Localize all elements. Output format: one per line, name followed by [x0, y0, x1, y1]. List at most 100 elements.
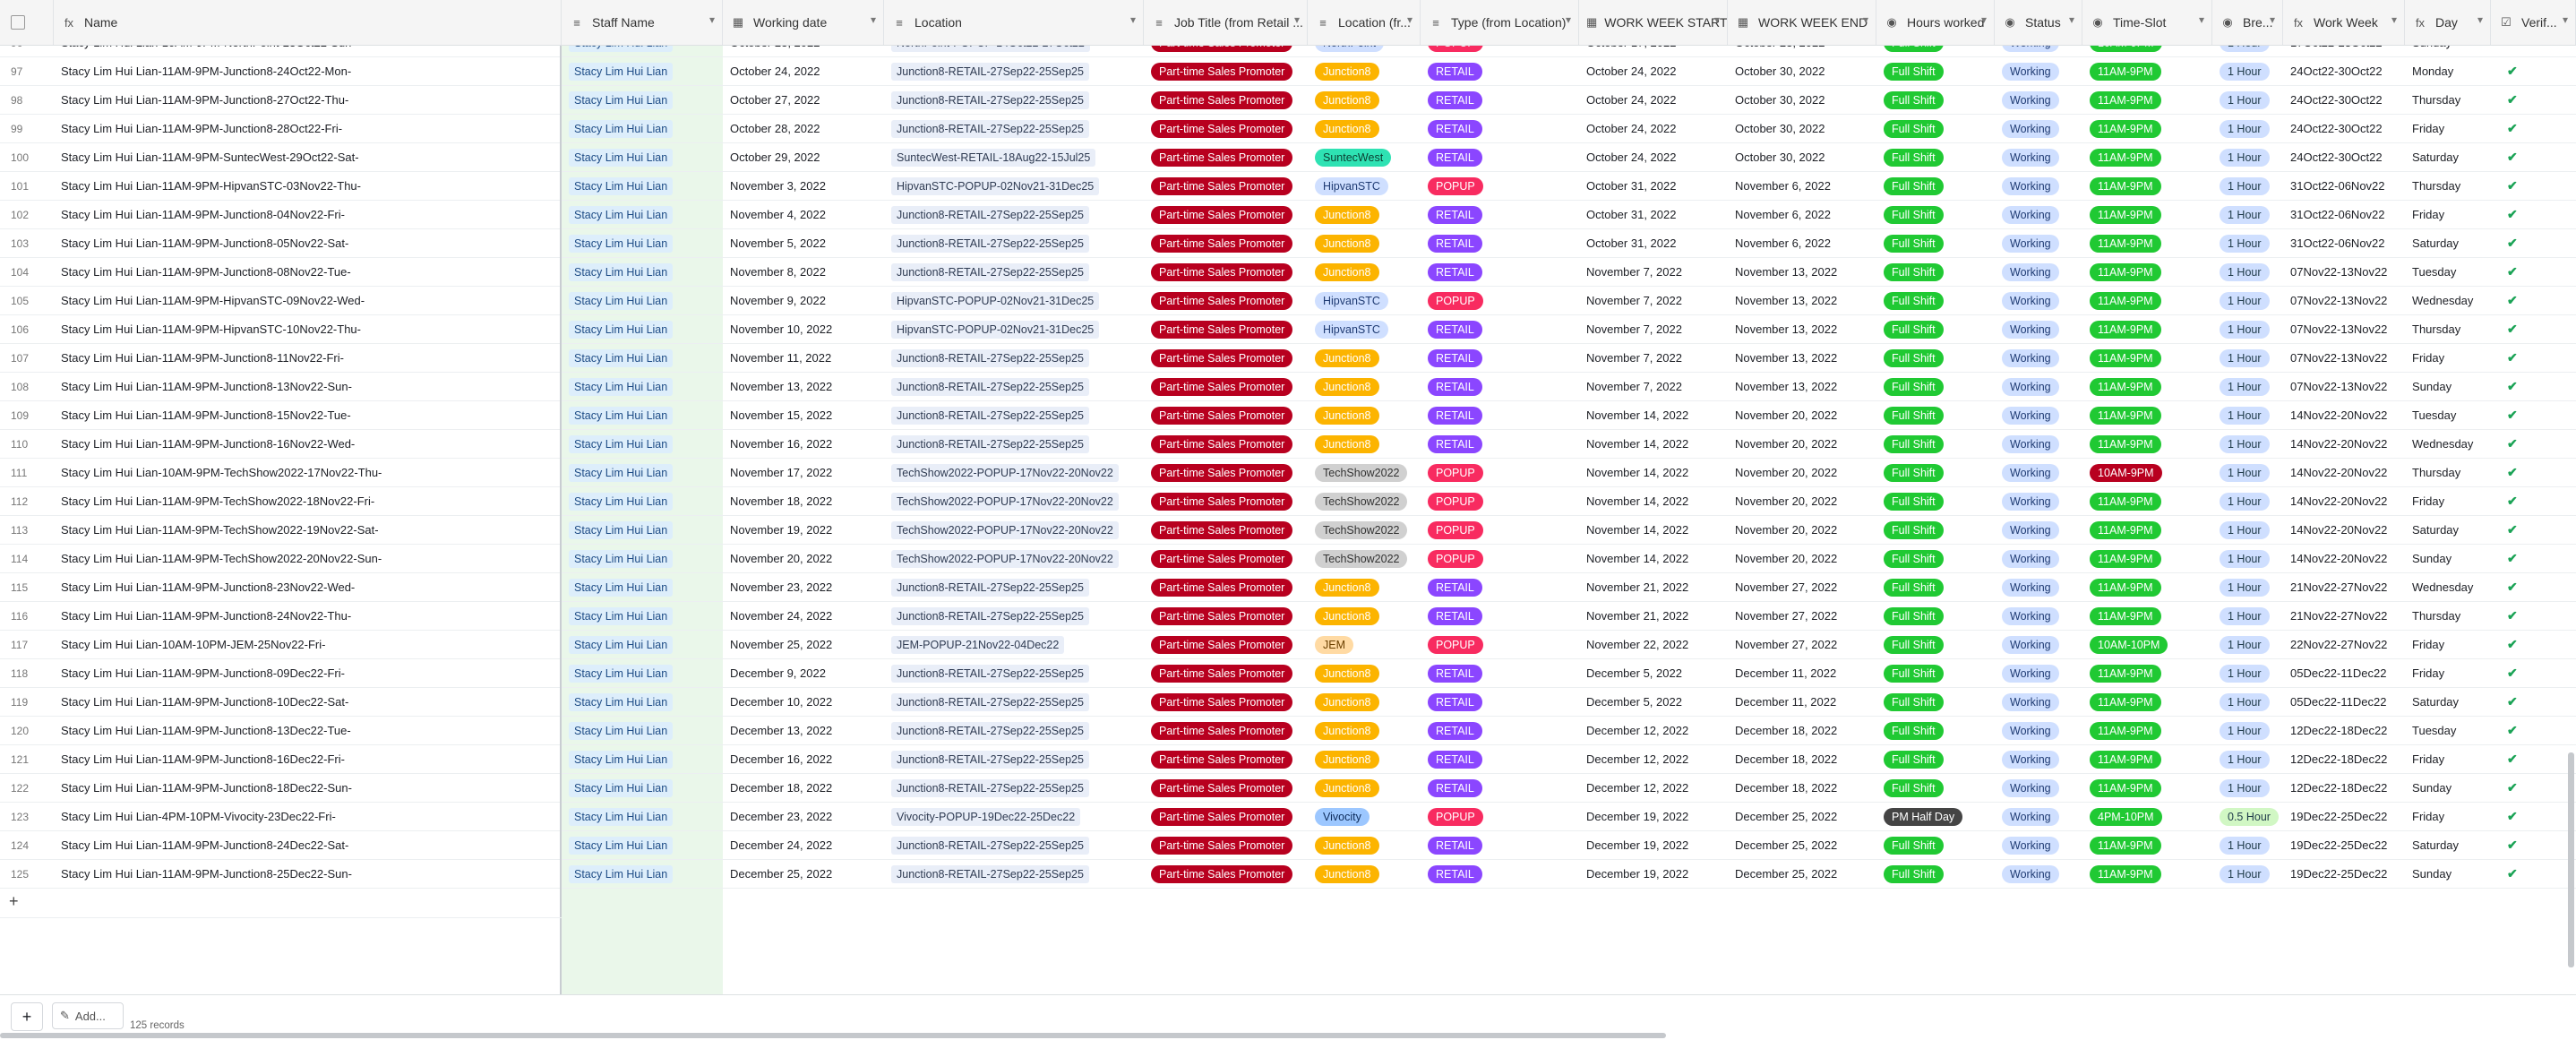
staff-name-cell[interactable]: Stacy Lim Hui Lian [562, 401, 723, 429]
verified-cell[interactable]: ✔ [2491, 717, 2576, 744]
work-week-end-cell[interactable]: November 20, 2022 [1728, 430, 1876, 458]
staff-name-cell[interactable]: Stacy Lim Hui Lian [562, 143, 723, 171]
work-week-cell[interactable]: 24Oct22-30Oct22 [2283, 115, 2405, 142]
name-cell[interactable]: Stacy Lim Hui Lian-4PM-10PM-Vivocity-23D… [54, 803, 555, 830]
table-row[interactable]: 104 Stacy Lim Hui Lian-11AM-9PM-Junction8… [0, 258, 560, 287]
status-cell[interactable]: Working [1995, 573, 2082, 601]
work-week-cell[interactable]: 05Dec22-11Dec22 [2283, 688, 2405, 716]
work-week-start-cell[interactable]: November 21, 2022 [1579, 573, 1728, 601]
status-cell[interactable]: Working [1995, 774, 2082, 802]
table-row[interactable]: 115 Stacy Lim Hui Lian-11AM-9PM-Junction8… [0, 573, 560, 602]
work-week-end-cell[interactable]: November 13, 2022 [1728, 287, 1876, 314]
hours-worked-cell[interactable]: Full Shift [1876, 688, 1995, 716]
job-title-cell[interactable]: Part-time Sales Promoter [1144, 545, 1308, 572]
work-week-end-cell[interactable]: October 30, 2022 [1728, 57, 1876, 85]
working-date-cell[interactable]: December 25, 2022 [723, 860, 884, 888]
day-cell[interactable]: Friday [2405, 344, 2491, 372]
work-week-start-cell[interactable]: November 21, 2022 [1579, 602, 1728, 630]
hours-worked-cell[interactable]: Full Shift [1876, 631, 1995, 658]
status-cell[interactable]: Working [1995, 831, 2082, 859]
break-cell[interactable]: 1 Hour [2212, 745, 2283, 773]
day-cell[interactable]: Saturday [2405, 831, 2491, 859]
day-cell[interactable]: Saturday [2405, 143, 2491, 171]
working-date-cell[interactable]: November 9, 2022 [723, 287, 884, 314]
break-cell[interactable]: 1 Hour [2212, 401, 2283, 429]
staff-name-cell[interactable]: Stacy Lim Hui Lian [562, 831, 723, 859]
verified-cell[interactable]: ✔ [2491, 487, 2576, 515]
day-cell[interactable]: Wednesday [2405, 573, 2491, 601]
location-short-cell[interactable]: HipvanSTC [1308, 315, 1421, 343]
work-week-cell[interactable]: 07Nov22-13Nov22 [2283, 344, 2405, 372]
hours-worked-cell[interactable]: Full Shift [1876, 774, 1995, 802]
job-title-cell[interactable]: Part-time Sales Promoter [1144, 373, 1308, 400]
chevron-down-icon[interactable]: ▾ [2563, 13, 2568, 26]
job-title-cell[interactable]: Part-time Sales Promoter [1144, 57, 1308, 85]
verified-cell[interactable]: ✔ [2491, 430, 2576, 458]
name-cell[interactable]: Stacy Lim Hui Lian-11AM-9PM-Junction8-23… [54, 573, 555, 601]
break-cell[interactable]: 1 Hour [2212, 115, 2283, 142]
header-hours-worked[interactable]: ◉ Hours worked ▾ [1876, 0, 1995, 45]
location-short-cell[interactable]: Junction8 [1308, 86, 1421, 114]
select-all-checkbox[interactable] [11, 15, 25, 30]
location-cell[interactable]: HipvanSTC-POPUP-02Nov21-31Dec25 [884, 287, 1144, 314]
work-week-cell[interactable]: 12Dec22-18Dec22 [2283, 745, 2405, 773]
status-cell[interactable]: Working [1995, 201, 2082, 228]
working-date-cell[interactable]: November 13, 2022 [723, 373, 884, 400]
table-row[interactable]: Stacy Lim Hui Lian November 18, 2022 TechS… [562, 487, 2576, 516]
header-verified[interactable]: ☑ Verif... ▾ [2491, 0, 2576, 45]
verified-cell[interactable]: ✔ [2491, 459, 2576, 486]
work-week-start-cell[interactable]: October 24, 2022 [1579, 86, 1728, 114]
day-cell[interactable]: Thursday [2405, 86, 2491, 114]
work-week-cell[interactable]: 19Dec22-25Dec22 [2283, 860, 2405, 888]
chevron-down-icon[interactable]: ▾ [1407, 13, 1413, 26]
table-row[interactable]: 105 Stacy Lim Hui Lian-11AM-9PM-HipvanSTC… [0, 287, 560, 315]
table-row[interactable]: Stacy Lim Hui Lian November 16, 2022 Junct… [562, 430, 2576, 459]
header-checkbox[interactable] [0, 0, 54, 45]
location-cell[interactable]: Junction8-RETAIL-27Sep22-25Sep25 [884, 115, 1144, 142]
staff-name-cell[interactable]: Stacy Lim Hui Lian [562, 745, 723, 773]
work-week-start-cell[interactable]: November 7, 2022 [1579, 315, 1728, 343]
break-cell[interactable]: 1 Hour [2212, 631, 2283, 658]
time-slot-cell[interactable]: 10AM-10PM [2082, 631, 2212, 658]
work-week-end-cell[interactable]: October 30, 2022 [1728, 86, 1876, 114]
table-row[interactable]: 113 Stacy Lim Hui Lian-11AM-9PM-TechShow2… [0, 516, 560, 545]
working-date-cell[interactable]: November 15, 2022 [723, 401, 884, 429]
table-row[interactable]: 108 Stacy Lim Hui Lian-11AM-9PM-Junction8… [0, 373, 560, 401]
work-week-end-cell[interactable]: December 11, 2022 [1728, 659, 1876, 687]
time-slot-cell[interactable]: 11AM-9PM [2082, 516, 2212, 544]
work-week-start-cell[interactable]: December 19, 2022 [1579, 803, 1728, 830]
break-cell[interactable]: 1 Hour [2212, 201, 2283, 228]
verified-cell[interactable]: ✔ [2491, 115, 2576, 142]
staff-name-cell[interactable]: Stacy Lim Hui Lian [562, 258, 723, 286]
status-cell[interactable]: Working [1995, 143, 2082, 171]
status-cell[interactable]: Working [1995, 745, 2082, 773]
staff-name-cell[interactable]: Stacy Lim Hui Lian [562, 545, 723, 572]
work-week-end-cell[interactable]: November 6, 2022 [1728, 201, 1876, 228]
work-week-start-cell[interactable]: November 14, 2022 [1579, 516, 1728, 544]
type-cell[interactable]: RETAIL [1421, 688, 1579, 716]
table-row[interactable]: Stacy Lim Hui Lian December 10, 2022 Junct… [562, 688, 2576, 717]
location-cell[interactable]: TechShow2022-POPUP-17Nov22-20Nov22 [884, 516, 1144, 544]
table-row[interactable]: Stacy Lim Hui Lian November 20, 2022 TechS… [562, 545, 2576, 573]
break-cell[interactable]: 1 Hour [2212, 688, 2283, 716]
day-cell[interactable]: Wednesday [2405, 287, 2491, 314]
name-cell[interactable]: Stacy Lim Hui Lian-10AM-9PM-TechShow2022… [54, 459, 555, 486]
chevron-down-icon[interactable]: ▾ [871, 13, 876, 26]
status-cell[interactable]: Working [1995, 430, 2082, 458]
status-cell[interactable]: Working [1995, 688, 2082, 716]
type-cell[interactable]: RETAIL [1421, 717, 1579, 744]
working-date-cell[interactable]: November 24, 2022 [723, 602, 884, 630]
table-row[interactable]: 119 Stacy Lim Hui Lian-11AM-9PM-Junction8… [0, 688, 560, 717]
work-week-end-cell[interactable]: December 25, 2022 [1728, 860, 1876, 888]
name-cell[interactable]: Stacy Lim Hui Lian-11AM-9PM-Junction8-24… [54, 57, 555, 85]
work-week-start-cell[interactable]: October 24, 2022 [1579, 57, 1728, 85]
work-week-start-cell[interactable]: November 7, 2022 [1579, 287, 1728, 314]
work-week-end-cell[interactable]: November 13, 2022 [1728, 315, 1876, 343]
break-cell[interactable]: 1 Hour [2212, 459, 2283, 486]
hours-worked-cell[interactable]: Full Shift [1876, 545, 1995, 572]
table-row[interactable]: 125 Stacy Lim Hui Lian-11AM-9PM-Junction8… [0, 860, 560, 889]
work-week-cell[interactable]: 21Nov22-27Nov22 [2283, 573, 2405, 601]
location-cell[interactable]: HipvanSTC-POPUP-02Nov21-31Dec25 [884, 172, 1144, 200]
break-cell[interactable]: 1 Hour [2212, 717, 2283, 744]
work-week-start-cell[interactable]: December 19, 2022 [1579, 831, 1728, 859]
